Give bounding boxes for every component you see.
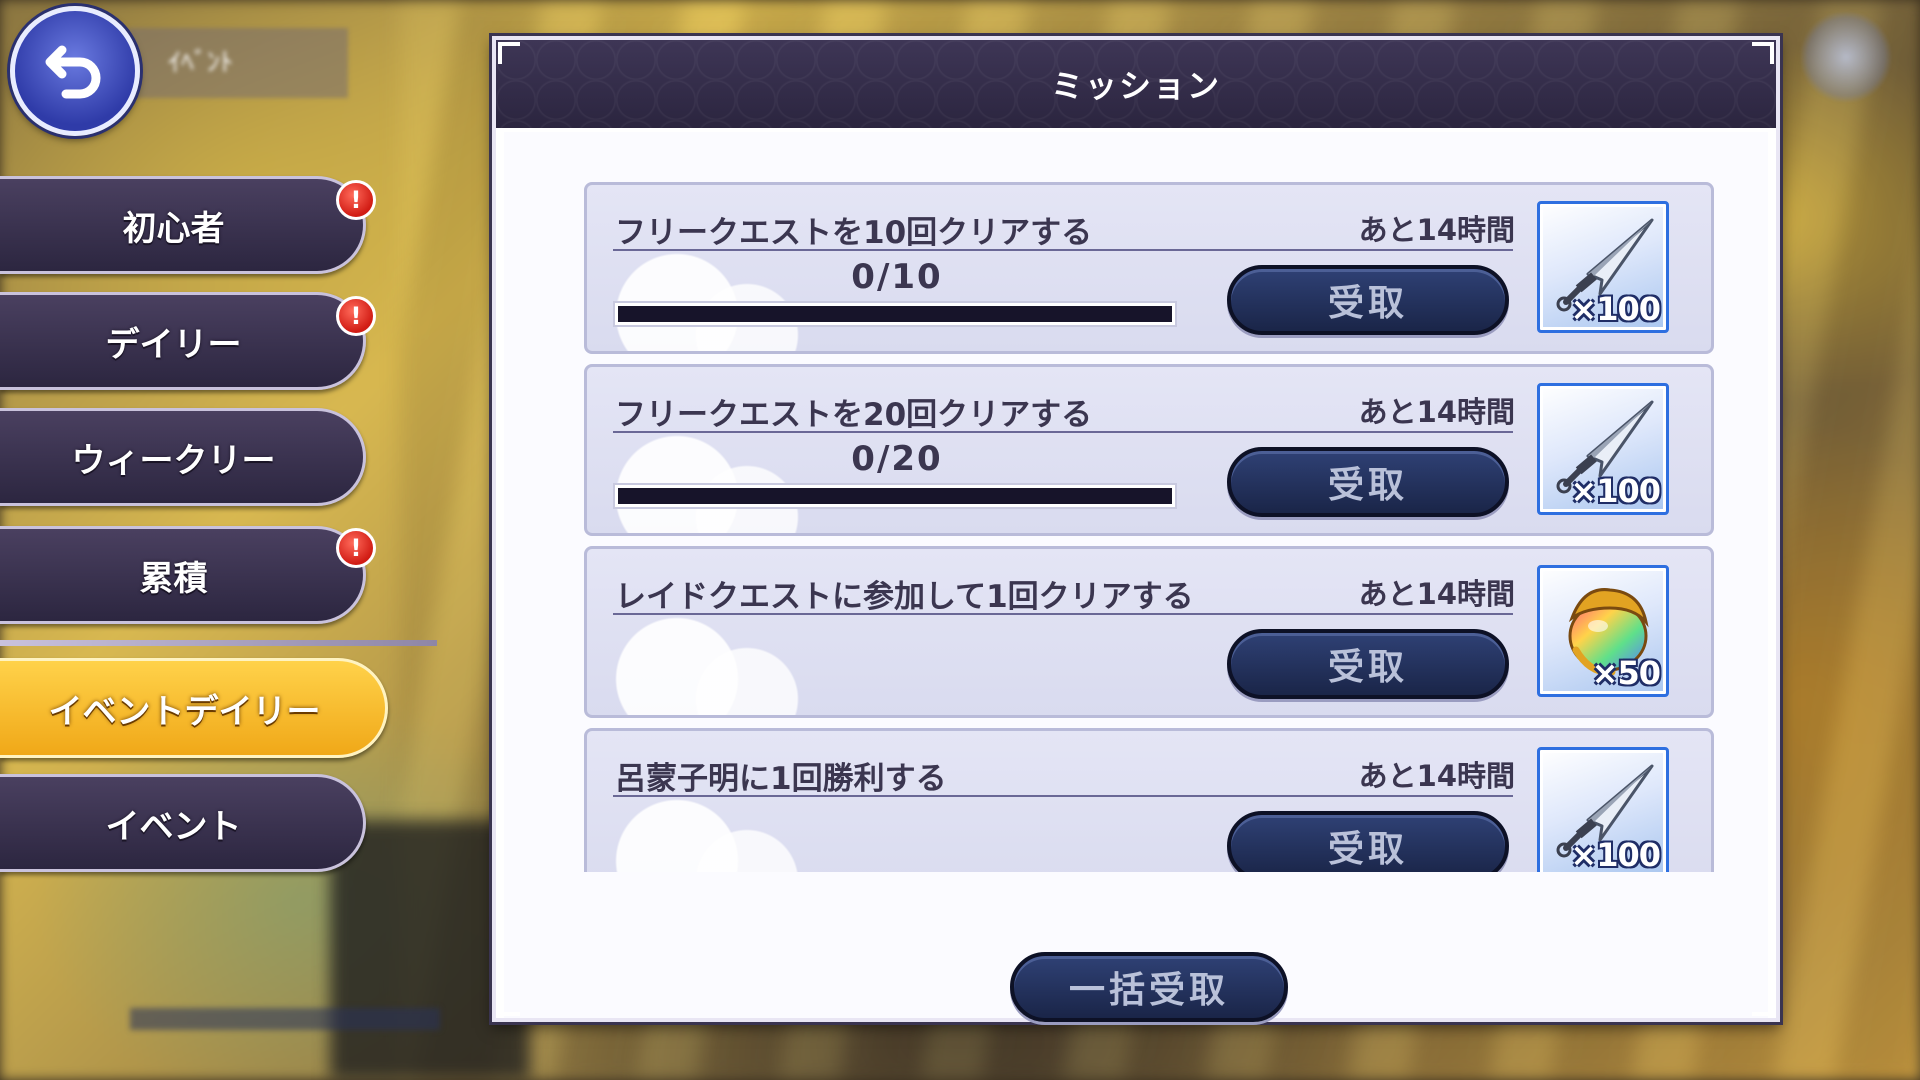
menu-icon	[1800, 12, 1892, 102]
tab-weekly[interactable]: ウィークリー	[0, 408, 366, 506]
reward-count: ×100	[1570, 290, 1661, 328]
background-banner	[130, 1008, 440, 1030]
bulk-claim-button[interactable]: 一括受取	[1010, 952, 1288, 1022]
progress-bar	[615, 303, 1175, 325]
tab-label: イベントデイリー	[48, 691, 321, 732]
tab-event[interactable]: イベント	[0, 774, 366, 872]
mission-progress-text: 0/10	[851, 257, 943, 297]
window-body: フリークエストを10回クリアする あと14時間 0/10 受取 ×100 フリー…	[504, 132, 1768, 1022]
window-title: ミッション	[1050, 67, 1221, 105]
alert-badge: !	[336, 528, 376, 568]
mission-divider	[613, 249, 1513, 251]
mission-title: フリークエストを10回クリアする	[615, 215, 1093, 251]
window-header: ミッション	[496, 40, 1776, 128]
mission-title: レイドクエストに参加して1回クリアする	[615, 579, 1194, 615]
alert-badge: !	[336, 296, 376, 336]
reward-count: ×100	[1570, 836, 1661, 872]
tab-beginner[interactable]: 初心者	[0, 176, 366, 274]
mission-title: 呂蒙子明に1回勝利する	[615, 761, 947, 797]
mission-item: フリークエストを10回クリアする あと14時間 0/10 受取 ×100	[584, 182, 1714, 354]
mission-divider	[613, 431, 1513, 433]
mission-item: 呂蒙子明に1回勝利する あと14時間 受取 ×100	[584, 728, 1714, 872]
frame-corner	[498, 994, 520, 1016]
alert-badge: !	[336, 180, 376, 220]
tab-label: 初心者	[122, 208, 225, 249]
mission-item: フリークエストを20回クリアする あと14時間 0/20 受取 ×100	[584, 364, 1714, 536]
mission-title: フリークエストを20回クリアする	[615, 397, 1093, 433]
frame-corner	[1752, 994, 1774, 1016]
claim-button[interactable]: 受取	[1227, 265, 1509, 335]
mission-divider	[613, 613, 1513, 615]
mission-window: ミッション フリークエストを10回クリアする あと14時間 0/10 受取 ×1…	[492, 36, 1780, 1022]
mission-item: レイドクエストに参加して1回クリアする あと14時間 受取 ×50	[584, 546, 1714, 718]
frame-corner	[1752, 42, 1774, 64]
tab-daily[interactable]: デイリー	[0, 292, 366, 390]
mission-progress-text: 0/20	[851, 439, 943, 479]
tab-label: ウィークリー	[71, 440, 276, 481]
tab-label: 累積	[139, 558, 208, 599]
mission-time-left: あと14時間	[1358, 577, 1515, 611]
reward-count: ×100	[1570, 472, 1661, 510]
back-arrow-icon	[45, 45, 101, 99]
claim-button[interactable]: 受取	[1227, 629, 1509, 699]
mission-divider	[613, 795, 1513, 797]
mission-time-left: あと14時間	[1358, 395, 1515, 429]
progress-bar	[615, 485, 1175, 507]
tab-label: デイリー	[105, 324, 242, 365]
claim-button[interactable]: 受取	[1227, 447, 1509, 517]
tab-event-daily[interactable]: イベントデイリー	[0, 658, 388, 758]
frame-corner	[498, 42, 520, 64]
mission-time-left: あと14時間	[1358, 759, 1515, 793]
mission-time-left: あと14時間	[1358, 213, 1515, 247]
tab-label: イベント	[105, 806, 242, 847]
reward-item: ×50	[1537, 565, 1669, 697]
back-button[interactable]	[10, 6, 140, 136]
reward-count: ×50	[1591, 654, 1661, 692]
reward-item: ×100	[1537, 383, 1669, 515]
reward-item: ×100	[1537, 201, 1669, 333]
breadcrumb: ｲﾍﾞﾝﾄ	[128, 28, 348, 98]
progress-track	[618, 306, 1172, 322]
sidebar-divider	[0, 640, 437, 646]
progress-track	[618, 488, 1172, 504]
mission-list[interactable]: フリークエストを10回クリアする あと14時間 0/10 受取 ×100 フリー…	[584, 182, 1724, 872]
tab-cumulative[interactable]: 累積	[0, 526, 366, 624]
reward-item: ×100	[1537, 747, 1669, 872]
claim-button[interactable]: 受取	[1227, 811, 1509, 872]
